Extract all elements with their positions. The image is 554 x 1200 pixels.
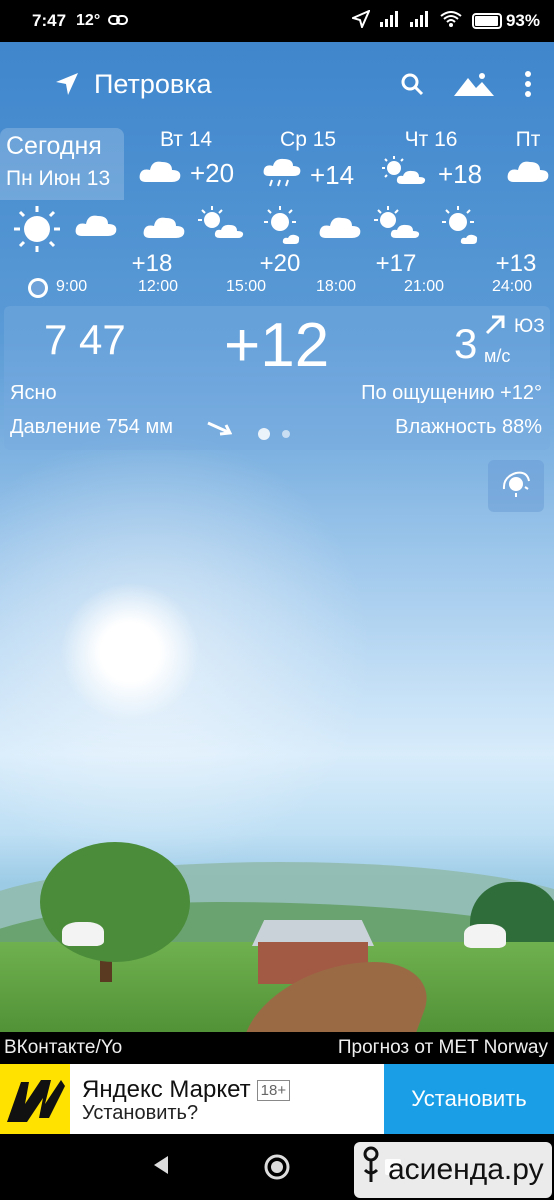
hour-time: 24:00 [492,278,533,295]
cloud-icon [138,156,182,190]
hour-time: 18:00 [316,278,357,295]
sun-illustration [60,582,200,722]
day-tab-today[interactable]: Сегодня Пн Июн 13 [0,128,124,200]
landscape-icon[interactable] [454,72,494,96]
current-conditions-card[interactable]: 7 47 +12 3 ЮЗ м/с Ясно По ощущению +12° … [4,306,550,450]
day-temp: +20 [190,157,235,188]
page-dot [282,430,290,438]
daily-forecast-strip: Сегодня Пн Июн 13 Вт 14 +20 Ср 15 +14 Чт… [0,128,554,200]
day-name: Пт [515,128,541,151]
ad-title: Яндекс Маркет [82,1076,251,1103]
hour-time: 9:00 [56,278,88,295]
wind-direction: ЮЗ [514,316,545,337]
signal-icon-2 [409,10,430,32]
hour-temp: +20 [259,250,301,277]
day-tab-fri[interactable]: Пт [506,128,550,200]
sun-position-button[interactable] [488,460,544,512]
hour-time: 21:00 [404,278,445,295]
day-today-label: Сегодня [6,132,102,160]
cloud-icon [142,212,186,245]
back-icon[interactable] [150,1154,172,1181]
pressure-trend-arrow-icon [206,420,233,441]
day-temp: +18 [438,158,483,189]
forecast-source-link[interactable]: Прогноз от MET Norway [338,1037,548,1059]
current-temperature: +12 [224,311,330,380]
day-today-date: Пн Июн 13 [6,167,111,190]
cloud-icon [318,212,362,245]
status-time: 7:47 [32,11,67,30]
wifi-icon [440,10,462,32]
image-credit-link[interactable]: ВКонтакте/Yo [4,1037,122,1059]
home-icon[interactable] [264,1154,290,1185]
hour-temp: +17 [375,250,417,277]
horse-illustration [464,924,506,948]
day-name: Чт 16 [404,128,458,151]
battery-indicator: 93% [471,11,540,31]
ad-subtitle: Установить? [82,1102,199,1124]
yandex-market-logo [0,1064,70,1134]
hour-time: 12:00 [138,278,179,295]
sun-haze-icon [440,206,480,251]
sun-cloud-icon [380,156,430,192]
search-icon[interactable] [400,72,424,96]
day-temp: +14 [310,159,355,190]
install-button[interactable]: Установить [384,1064,554,1134]
wind-unit: м/с [484,346,511,366]
signal-icon [379,10,400,32]
wind-direction-arrow-icon [484,314,506,341]
sun-orbit-icon [501,469,531,504]
tree-illustration [40,842,190,962]
watermark-text: асиенда.ру [388,1153,544,1186]
horse-illustration [62,922,104,946]
sun-cloud-icon [198,206,248,245]
status-bar: 7:47 12° 93% [0,0,554,42]
credits-bar: ВКонтакте/Yo Прогноз от MET Norway [0,1032,554,1064]
hour-temp: +13 [495,250,537,277]
feels-like: По ощущению +12° [361,382,542,404]
page-dot-active [258,428,270,440]
ad-banner[interactable]: Яндекс Маркет 18+ Установить? Установить [0,1064,554,1134]
page-indicator [258,428,290,440]
day-tab-wed[interactable]: Ср 15 +14 [262,128,354,200]
battery-icon [471,13,502,29]
hour-time: 15:00 [226,278,267,295]
day-name: Вт 14 [159,128,213,151]
location-title[interactable]: Петровка [94,69,212,100]
condition-text: Ясно [10,382,57,404]
day-tab-tue[interactable]: Вт 14 +20 [138,128,234,200]
more-menu-icon[interactable] [524,71,532,97]
day-tab-thu[interactable]: Чт 16 +18 [380,128,482,200]
current-hour-indicator-icon [26,276,50,305]
watermark: асиенда.ру [354,1142,552,1198]
wind-speed: 3 [454,320,478,367]
location-arrow-icon[interactable] [54,71,80,97]
status-temp-badge: 12° [76,12,101,29]
link-icon [108,11,129,31]
day-name: Ср 15 [280,128,337,151]
humidity: Влажность 88% [395,416,542,438]
sun-haze-icon [262,206,302,251]
sun-icon [14,206,60,257]
navigation-icon [350,8,371,33]
cloud-icon [506,156,550,190]
current-time: 7 47 [44,316,126,363]
sun-cloud-icon [74,210,118,243]
watermark-logo-icon [360,1146,382,1194]
age-rating-badge: 18+ [256,1079,291,1101]
rain-cloud-icon [262,156,302,194]
hour-temp: +18 [131,250,173,277]
sun-cloud-icon [374,206,424,245]
battery-percent: 93% [505,11,540,30]
pressure: Давление 754 мм [10,416,173,438]
app-header: Петровка [0,42,554,126]
